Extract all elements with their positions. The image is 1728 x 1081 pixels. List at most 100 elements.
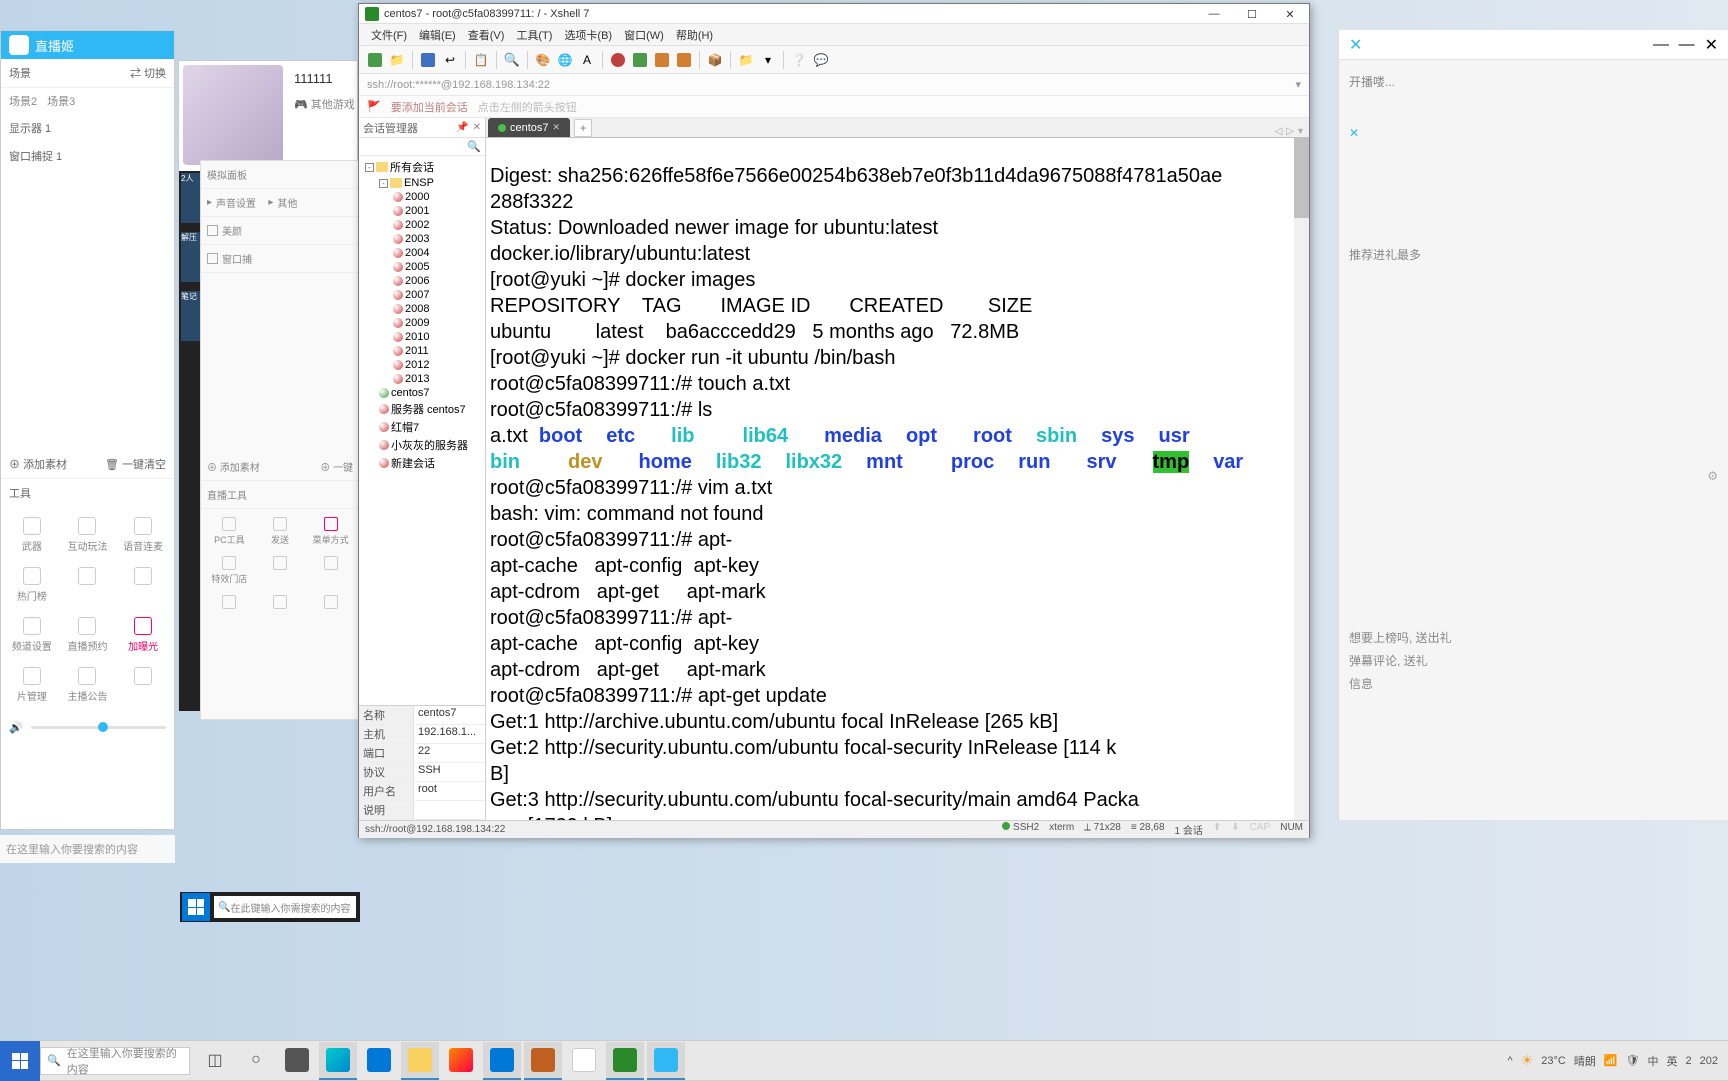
tray-time[interactable]: 2: [1686, 1055, 1692, 1067]
open-button[interactable]: 📁: [387, 50, 407, 70]
tray-chevron[interactable]: ^: [1508, 1055, 1513, 1067]
gift-icon[interactable]: ✕: [1349, 123, 1718, 143]
stop-button[interactable]: [608, 50, 628, 70]
tab-nav-prev[interactable]: ◁: [1275, 126, 1283, 137]
stream-tool[interactable]: 菜单方式: [306, 513, 355, 550]
terminal-scrollbar[interactable]: [1294, 138, 1309, 820]
task-view-button[interactable]: ◫: [196, 1042, 234, 1080]
menu-window[interactable]: 窗口(W): [618, 25, 670, 45]
bili-scene-tab[interactable]: 场景3: [47, 93, 75, 109]
tray-ime[interactable]: 英: [1667, 1053, 1678, 1069]
session-item[interactable]: 2011: [361, 344, 483, 358]
bili-volume-slider[interactable]: 🔊: [1, 713, 174, 742]
taskbar-app[interactable]: [647, 1042, 685, 1080]
tab-list-button[interactable]: ▾: [1298, 126, 1303, 137]
bili-tool[interactable]: [61, 561, 115, 609]
session-root[interactable]: -所有会话: [361, 158, 483, 176]
bili-clear-button[interactable]: 🗑 一键清空: [105, 456, 166, 472]
bili-tool[interactable]: 互动玩法: [61, 511, 115, 559]
new-session-button[interactable]: [365, 50, 385, 70]
bili-tool[interactable]: 频道设置: [5, 611, 59, 659]
stream-checkbox-option[interactable]: 美颜: [201, 217, 359, 245]
taskbar-app-mail[interactable]: [360, 1042, 398, 1080]
menu-edit[interactable]: 编辑(E): [413, 25, 462, 45]
tool-button[interactable]: 📁: [736, 50, 756, 70]
session-item[interactable]: 2009: [361, 316, 483, 330]
mini-start-button[interactable]: [182, 893, 210, 921]
reconnect-button[interactable]: [418, 50, 438, 70]
menu-tools[interactable]: 工具(T): [510, 25, 558, 45]
menu-icon[interactable]: [1653, 44, 1669, 46]
cortana-button[interactable]: ○: [237, 1042, 275, 1080]
bili-scene-tab[interactable]: 场景2: [9, 93, 37, 109]
tab-nav-next[interactable]: ▷: [1286, 126, 1294, 137]
search-button[interactable]: 🔍: [502, 50, 522, 70]
help-button[interactable]: ❔: [789, 50, 809, 70]
weather-temp[interactable]: 23°C: [1541, 1055, 1566, 1067]
terminal-tab-active[interactable]: centos7 ✕: [488, 118, 570, 137]
bili-tool[interactable]: [116, 661, 170, 709]
session-item[interactable]: 2000: [361, 190, 483, 204]
menu-view[interactable]: 查看(V): [462, 25, 511, 45]
session-item[interactable]: 2002: [361, 218, 483, 232]
tray-app-icon[interactable]: 🛡: [1626, 1054, 1640, 1067]
tray-app-icon[interactable]: 📶: [1604, 1054, 1618, 1067]
session-folder[interactable]: -ENSP: [361, 176, 483, 190]
chat-button[interactable]: 💬: [811, 50, 831, 70]
bili-tool[interactable]: 片管理: [5, 661, 59, 709]
session-item[interactable]: 2007: [361, 288, 483, 302]
mini-search-input[interactable]: 🔍 在此键输入你需搜索的内容: [214, 896, 356, 918]
address-bar[interactable]: ssh://root:******@192.168.198.134:22 ▾: [359, 74, 1309, 96]
bili-tool[interactable]: 武器: [5, 511, 59, 559]
stream-tool[interactable]: [306, 552, 355, 589]
session-item[interactable]: 红帽7: [361, 418, 483, 436]
start-button[interactable]: [0, 1041, 40, 1081]
session-item[interactable]: 2001: [361, 204, 483, 218]
bili-source-display[interactable]: 显示器 1: [1, 114, 174, 142]
stream-tool[interactable]: [256, 591, 305, 615]
stream-category[interactable]: 🎮 其他游戏: [294, 96, 355, 112]
stream-option[interactable]: ▸ 声音设置 ▸ 其他: [201, 189, 359, 217]
session-item[interactable]: 2013: [361, 372, 483, 386]
maximize-button[interactable]: ☐: [1233, 4, 1271, 24]
session-item[interactable]: 2004: [361, 246, 483, 260]
session-search[interactable]: 🔍: [359, 138, 485, 156]
bili-tool[interactable]: 主播公告: [61, 661, 115, 709]
session-item[interactable]: 2008: [361, 302, 483, 316]
menu-file[interactable]: 文件(F): [365, 25, 413, 45]
settings-icon[interactable]: ⚙: [1349, 466, 1718, 486]
stream-tool[interactable]: 特效门店: [205, 552, 254, 589]
tray-date[interactable]: 202: [1700, 1055, 1718, 1067]
taskbar-app[interactable]: [565, 1042, 603, 1080]
stream-checkbox-option[interactable]: 窗口捕: [201, 245, 359, 273]
close-icon[interactable]: ✕: [1705, 35, 1718, 55]
bili-tool[interactable]: 直播预约: [61, 611, 115, 659]
chat-tab[interactable]: ✕: [1349, 35, 1362, 55]
pin-icon[interactable]: 📌: [456, 122, 468, 133]
lock-button[interactable]: [630, 50, 650, 70]
close-icon[interactable]: ✕: [473, 122, 481, 133]
minimize-icon[interactable]: —: [1679, 36, 1695, 54]
globe-button[interactable]: 🌐: [555, 50, 575, 70]
stream-tool[interactable]: PC工具: [205, 513, 254, 550]
session-item[interactable]: 服务器 centos7: [361, 400, 483, 418]
stream-tool[interactable]: [205, 591, 254, 615]
bili-switch-button[interactable]: ⇄ 切换: [130, 65, 166, 81]
session-item-active[interactable]: centos7: [361, 386, 483, 400]
menu-tab[interactable]: 选项卡(B): [558, 25, 618, 45]
one-key-button[interactable]: ⊕ 一键: [320, 459, 353, 474]
new-tab-button[interactable]: +: [574, 119, 592, 137]
copy-button[interactable]: 📋: [471, 50, 491, 70]
taskbar-app-xshell[interactable]: [606, 1042, 644, 1080]
tool-button[interactable]: ▾: [758, 50, 778, 70]
taskbar-search-input[interactable]: 🔍 在这里输入你要搜索的内容: [40, 1047, 190, 1075]
session-item[interactable]: 2010: [361, 330, 483, 344]
tray-ime[interactable]: 中: [1648, 1053, 1659, 1069]
taskbar-app[interactable]: [483, 1042, 521, 1080]
tool-button[interactable]: [674, 50, 694, 70]
titlebar[interactable]: centos7 - root@c5fa08399711: / - Xshell …: [359, 4, 1309, 24]
taskbar-app-edge[interactable]: [319, 1042, 357, 1080]
session-item[interactable]: 2012: [361, 358, 483, 372]
taskbar-app[interactable]: [524, 1042, 562, 1080]
stream-tool[interactable]: [256, 552, 305, 589]
